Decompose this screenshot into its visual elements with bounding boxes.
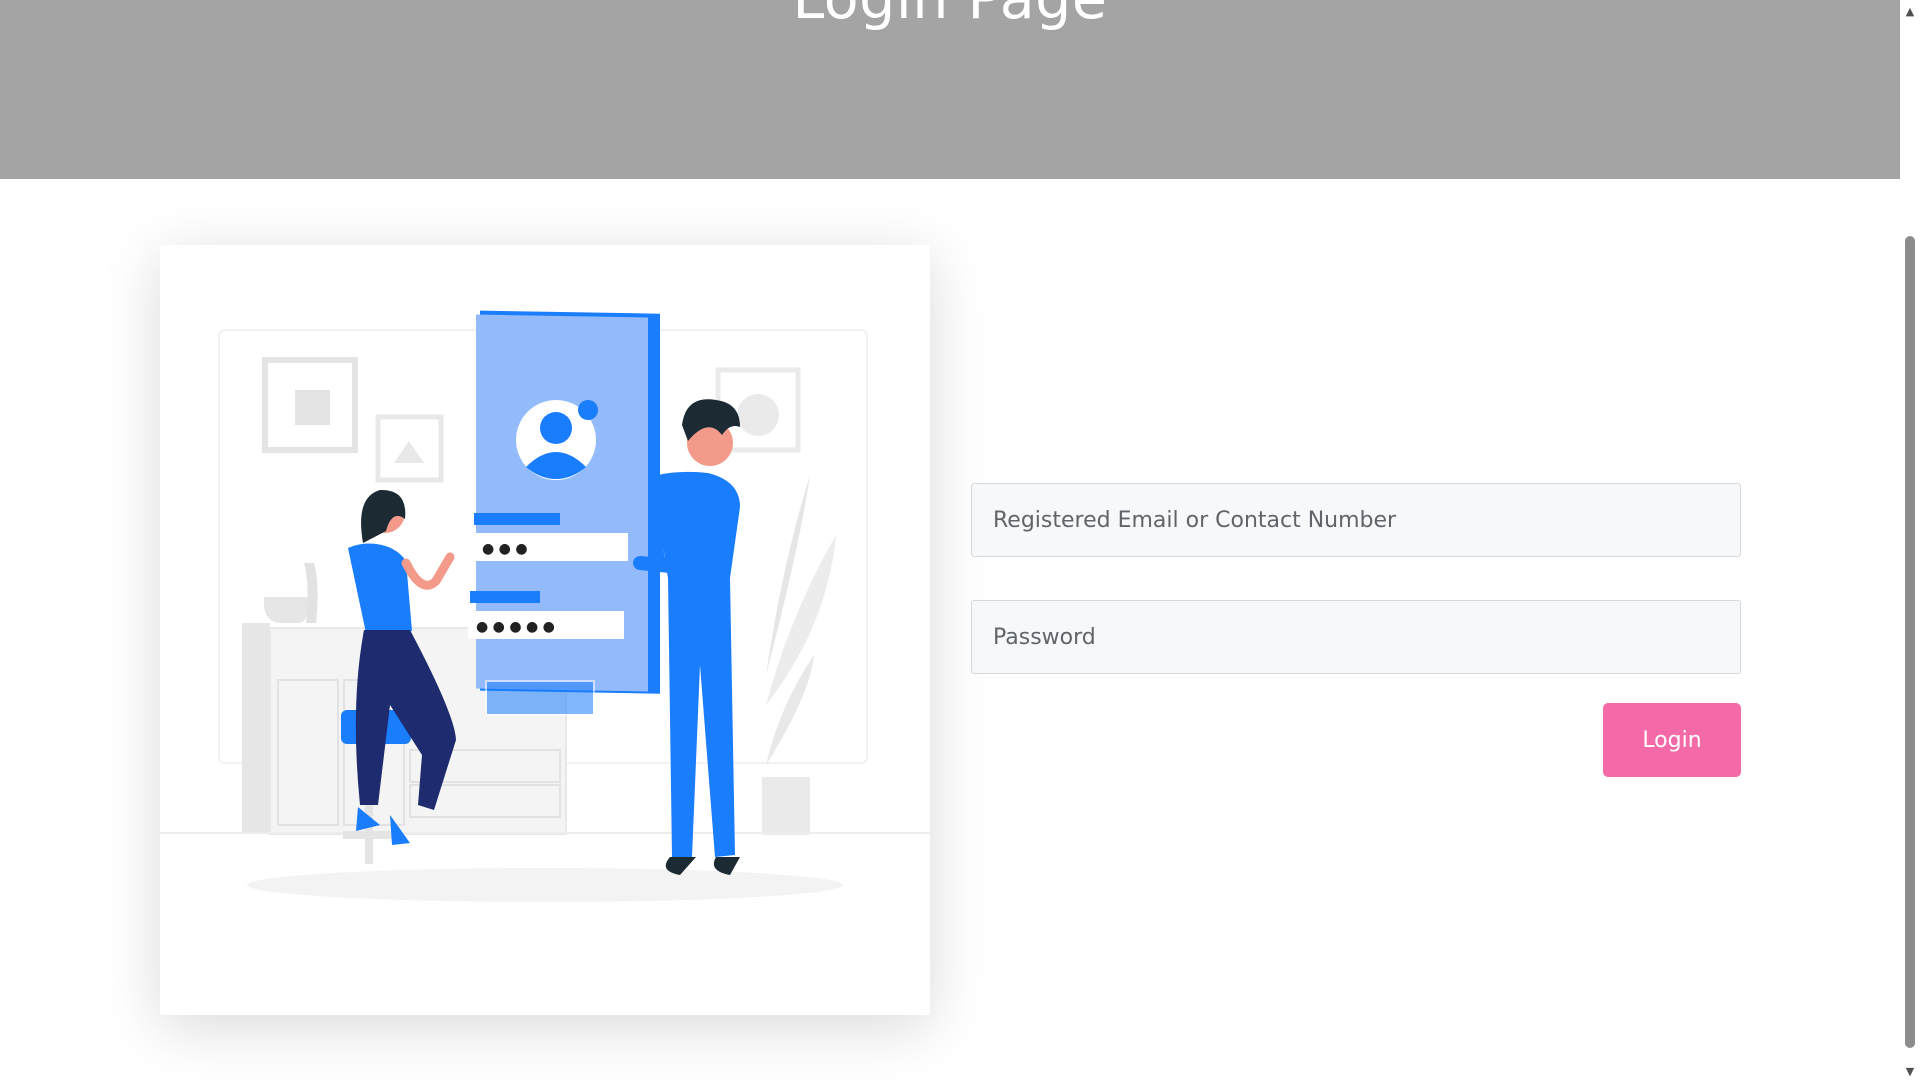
- frame-square-icon: [295, 390, 330, 425]
- form-label-bar: [474, 513, 560, 525]
- scroll-up-icon[interactable]: ▲: [1900, 4, 1920, 20]
- password-dots-short: ● ● ●: [482, 541, 528, 557]
- header-banner: Login Page: [0, 0, 1900, 179]
- vase-icon: [263, 597, 309, 623]
- stool-footrest-icon: [343, 831, 397, 839]
- illustration-card: ● ● ● ● ● ● ● ●: [160, 245, 930, 1015]
- plant-pot-icon: [762, 777, 810, 835]
- scroll-down-icon[interactable]: ▼: [1900, 1064, 1920, 1080]
- scroll-thumb[interactable]: [1905, 236, 1915, 1048]
- page-title: Login Page: [0, 0, 1900, 34]
- login-button[interactable]: Login: [1603, 703, 1741, 777]
- password-field[interactable]: [971, 600, 1741, 674]
- notification-dot-icon: [578, 400, 598, 420]
- password-dots-long: ● ● ● ● ●: [476, 619, 555, 635]
- cabinet-side-icon: [242, 623, 270, 834]
- form-label-bar: [470, 591, 540, 603]
- email-field[interactable]: [971, 483, 1741, 557]
- avatar-head-icon: [540, 412, 572, 444]
- floor-shadow: [247, 868, 843, 902]
- vertical-scrollbar[interactable]: ▲ ▼: [1900, 0, 1920, 1080]
- login-illustration: ● ● ● ● ● ● ● ●: [160, 310, 930, 902]
- frame-circle-icon: [737, 394, 779, 436]
- page-viewport: Login Page: [0, 0, 1900, 1080]
- phone-button-icon: [485, 680, 595, 716]
